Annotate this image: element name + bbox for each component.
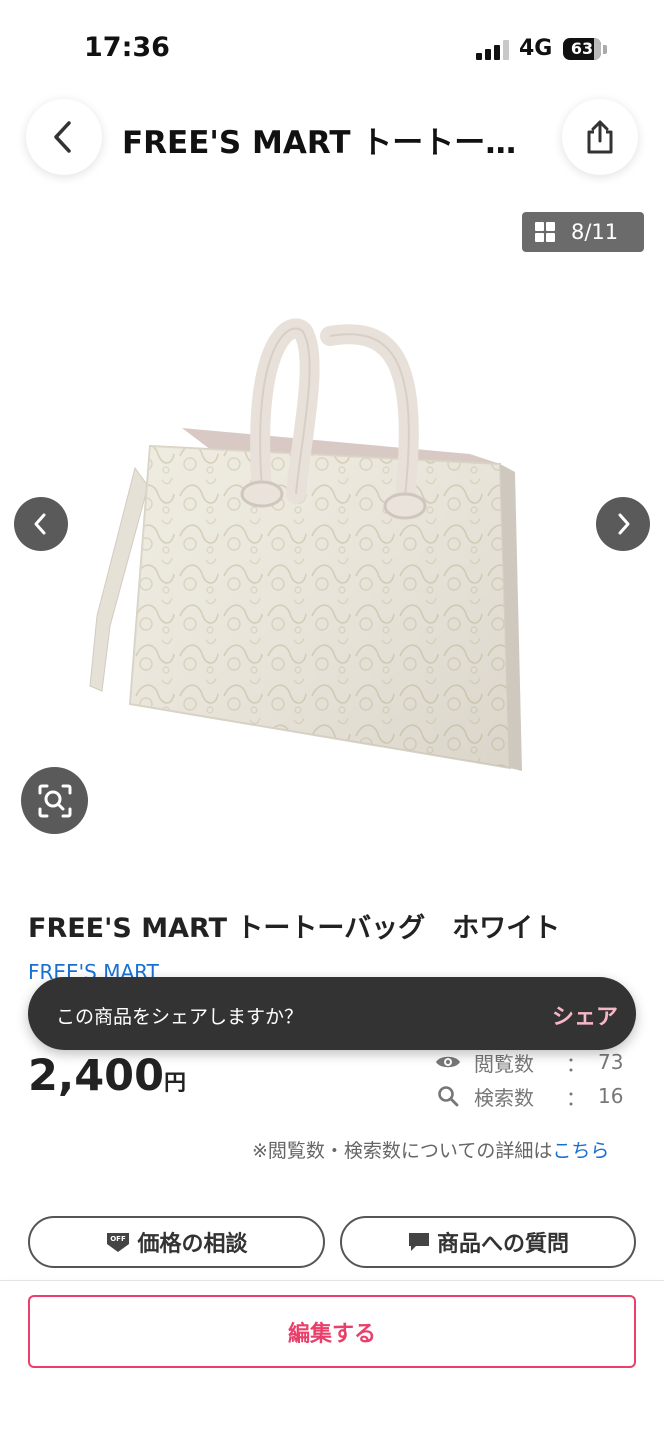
status-bar: 17:36 4G 63 (0, 0, 664, 96)
product-question-button[interactable]: 商品への質問 (340, 1216, 636, 1268)
share-toast: この商品をシェアしますか？ シェア (28, 977, 636, 1050)
stats-note: ※閲覧数・検索数についての詳細はこちら (252, 1136, 609, 1163)
edit-button[interactable]: 編集する (28, 1295, 636, 1368)
image-counter: 8/11 (571, 220, 619, 244)
searches-value: 16 (598, 1084, 624, 1108)
price: 2,400円 (28, 1051, 186, 1101)
header-title: FREE'S MART トートー… (122, 125, 517, 161)
product-title: FREE'S MART トートーバッグ ホワイト (28, 913, 561, 944)
battery-level: 63 (570, 39, 594, 58)
chevron-left-icon (34, 513, 46, 535)
search-icon (434, 1084, 462, 1108)
chevron-left-icon (54, 121, 71, 153)
share-button[interactable] (562, 99, 638, 175)
back-button[interactable] (26, 99, 102, 175)
searches-colon: ： (566, 1085, 586, 1110)
network-type: 4G (519, 36, 553, 61)
product-image (89, 318, 522, 771)
image-search-button[interactable] (21, 767, 88, 834)
price-value: 2,400 (28, 1051, 165, 1101)
price-tag-icon: OFF (105, 1231, 131, 1253)
searches-label: 検索数 (474, 1085, 534, 1110)
views-stat: 閲覧数 ： 73 (434, 1047, 623, 1077)
price-negotiation-label: 価格の相談 (137, 1232, 248, 1257)
cellular-signal-icon (476, 40, 510, 60)
price-currency: 円 (164, 1071, 187, 1096)
product-question-label: 商品への質問 (436, 1232, 569, 1257)
battery-tip (603, 45, 607, 54)
stats-note-text: ※閲覧数・検索数についての詳細は (252, 1140, 553, 1162)
stats-details-link[interactable]: こちら (552, 1140, 609, 1162)
toast-share-button[interactable]: シェア (552, 999, 618, 1031)
share-icon (587, 120, 613, 154)
chat-bubble-icon (407, 1231, 431, 1253)
previous-image-button[interactable] (14, 497, 68, 551)
bottom-bar-divider (0, 1280, 664, 1281)
chevron-right-icon (618, 513, 630, 535)
svg-text:OFF: OFF (111, 1235, 127, 1243)
product-page: 17:36 4G 63 FREE'S MART トートー… 8/11 FREE'… (0, 0, 664, 1440)
views-value: 73 (598, 1050, 624, 1074)
battery-icon: 63 (563, 38, 601, 60)
views-colon: ： (566, 1051, 586, 1076)
status-time: 17:36 (84, 32, 170, 63)
toast-message: この商品をシェアしますか？ (56, 1006, 304, 1028)
searches-stat: 検索数 ： 16 (434, 1081, 623, 1111)
image-search-icon (38, 784, 71, 817)
eye-icon (434, 1050, 462, 1074)
image-counter-badge[interactable]: 8/11 (522, 212, 644, 252)
grid-icon (535, 222, 555, 242)
views-label: 閲覧数 (474, 1051, 534, 1076)
next-image-button[interactable] (596, 497, 650, 551)
product-image-gallery[interactable] (0, 196, 664, 866)
price-negotiation-button[interactable]: OFF 価格の相談 (28, 1216, 325, 1268)
